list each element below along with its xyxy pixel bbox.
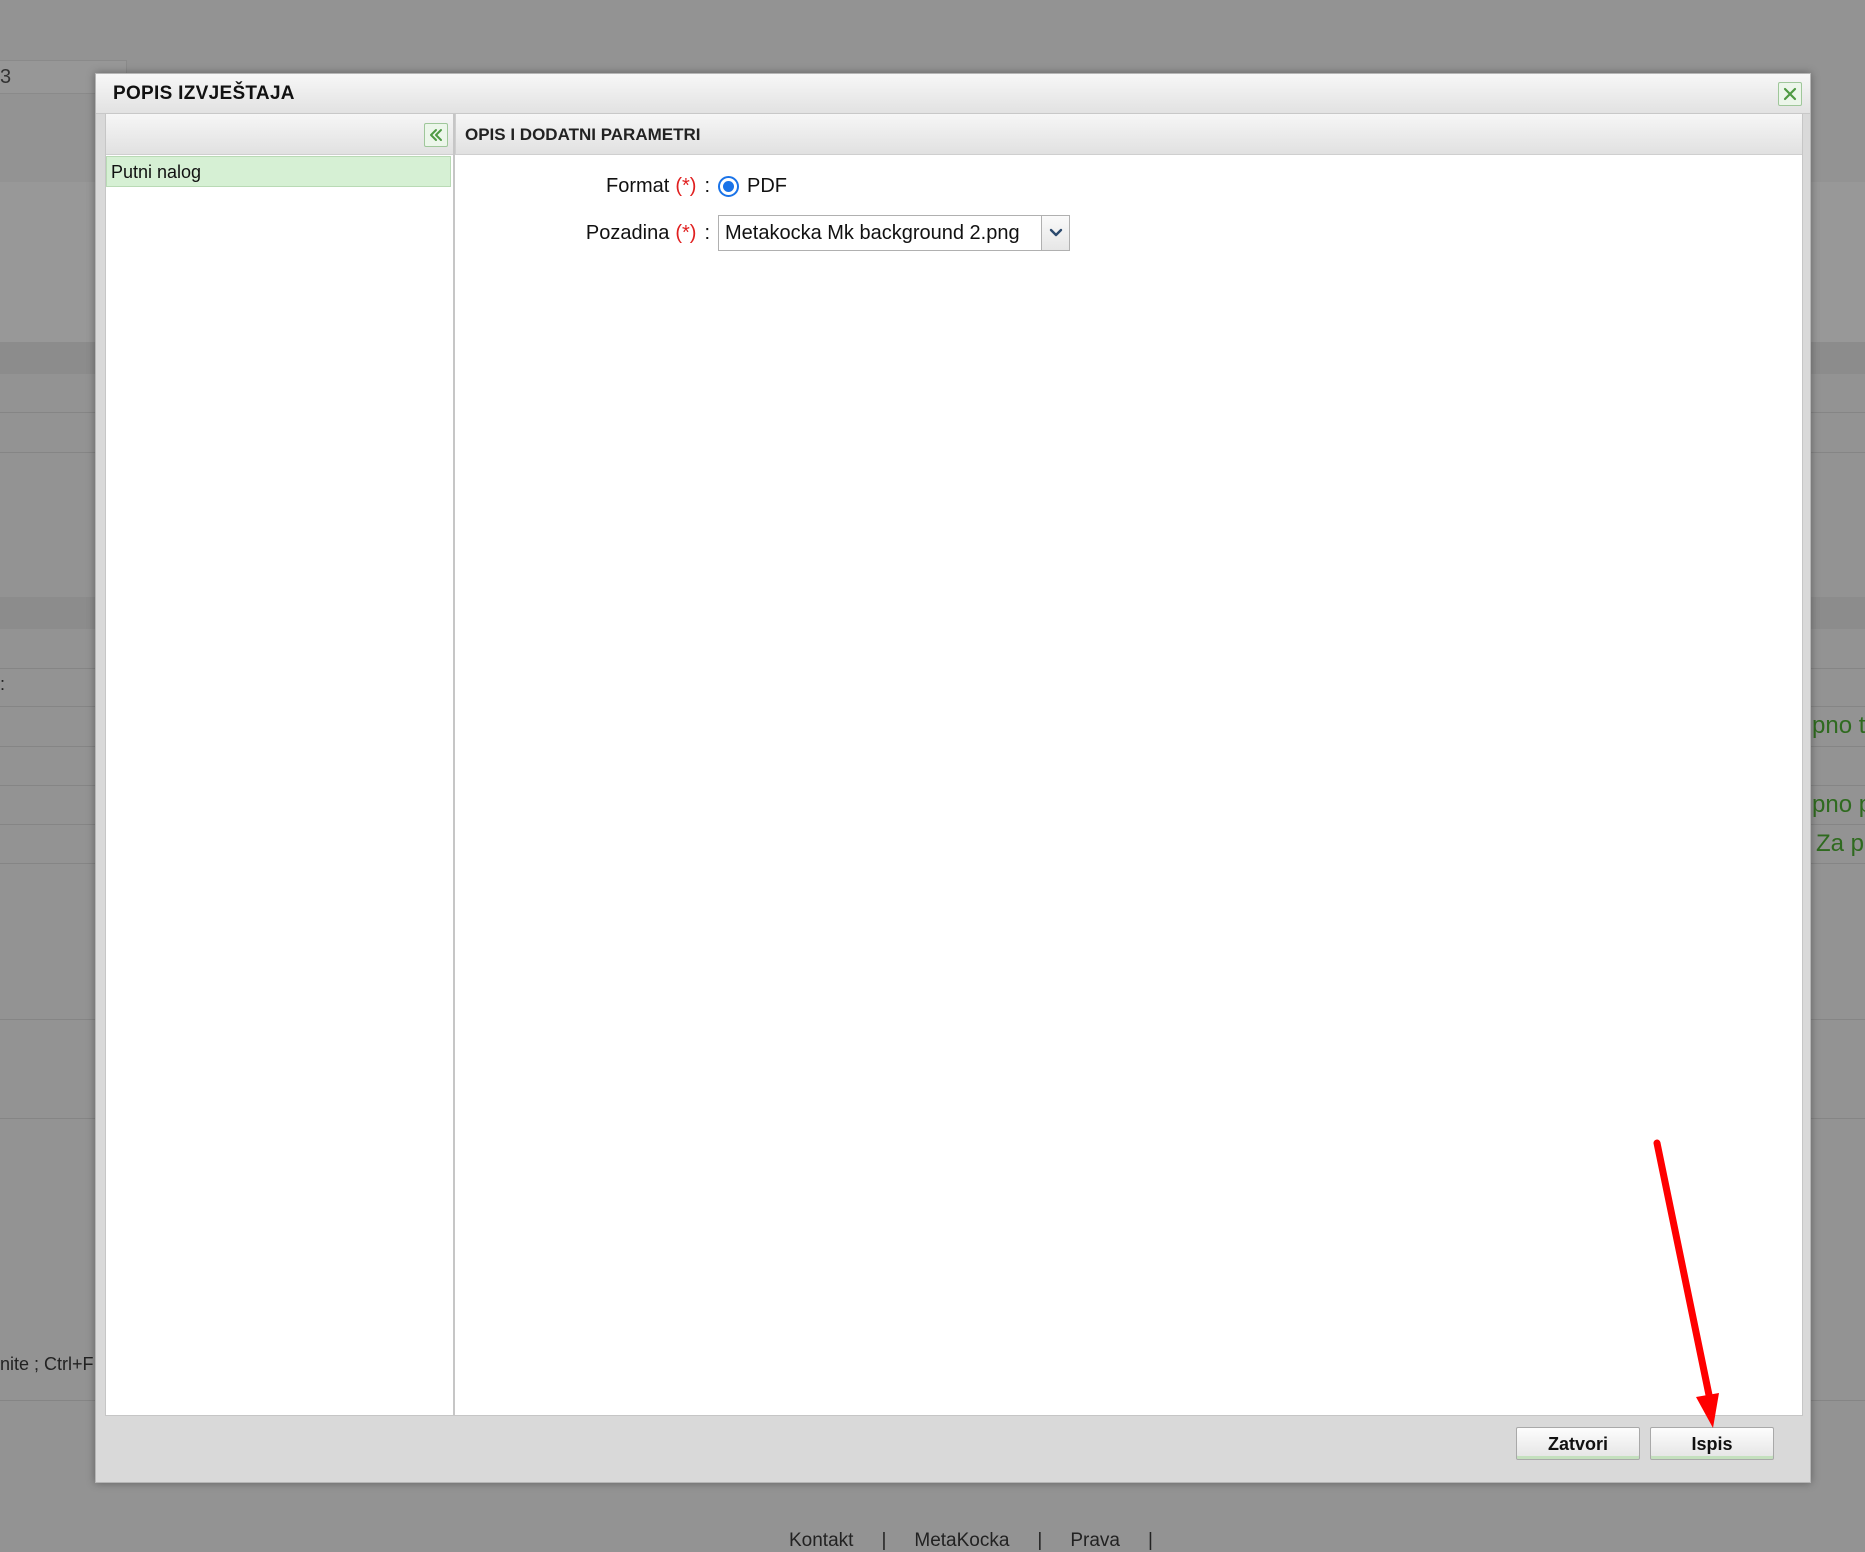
footer-link-prava[interactable]: Prava xyxy=(1070,1530,1120,1551)
footer-separator: | xyxy=(881,1530,887,1551)
background-select-arrow[interactable] xyxy=(1041,216,1069,250)
required-marker: (*) xyxy=(675,221,697,244)
background-label: Pozadina (*): xyxy=(585,221,710,244)
collapse-panel-button[interactable] xyxy=(424,123,448,147)
background-text: : xyxy=(0,674,6,694)
format-pdf-radio[interactable] xyxy=(718,176,739,197)
report-list-header xyxy=(106,114,453,155)
footer-separator: | xyxy=(1148,1530,1153,1551)
double-chevron-left-icon xyxy=(430,129,442,141)
report-item-putni-nalog[interactable]: Putni nalog xyxy=(106,156,451,187)
reports-dialog: POPIS IZVJEŠTAJA Putni nalog OPIS I DODA… xyxy=(95,73,1811,1483)
background-text: pno p xyxy=(1812,791,1865,818)
format-label: Format (*): xyxy=(605,175,710,197)
background-text: pno t xyxy=(1812,712,1865,739)
background-footer: Kontakt | MetaKocka | Prava | xyxy=(775,1530,1167,1552)
background-select-value: Metakocka Mk background 2.png xyxy=(725,222,1020,244)
format-row: Format (*): PDF xyxy=(500,175,787,198)
background-text: Za p xyxy=(1816,830,1865,857)
close-dialog-button[interactable]: Zatvori xyxy=(1516,1427,1640,1460)
footer-link-kontakt[interactable]: Kontakt xyxy=(789,1530,853,1551)
report-list-panel: Putni nalog xyxy=(105,114,454,1416)
close-icon xyxy=(1783,87,1797,101)
dialog-title: POPIS IZVJEŠTAJA xyxy=(113,83,295,104)
footer-separator: | xyxy=(1037,1530,1043,1551)
background-select[interactable]: Metakocka Mk background 2.png xyxy=(718,215,1070,251)
chevron-down-icon xyxy=(1049,228,1062,237)
dialog-header: POPIS IZVJEŠTAJA xyxy=(96,74,1810,114)
background-row: Pozadina (*): Metakocka Mk background 2.p… xyxy=(500,215,1070,251)
background-shortcut-hint: nite ; Ctrl+F xyxy=(0,1354,94,1374)
footer-link-metakocka[interactable]: MetaKocka xyxy=(914,1530,1009,1551)
close-button[interactable] xyxy=(1778,82,1802,106)
print-button[interactable]: Ispis xyxy=(1650,1427,1774,1460)
required-marker: (*) xyxy=(675,175,697,197)
format-pdf-label[interactable]: PDF xyxy=(747,175,787,198)
parameters-header: OPIS I DODATNI PARAMETRI xyxy=(455,114,1802,155)
parameters-panel: OPIS I DODATNI PARAMETRI Format (*): PDF … xyxy=(454,114,1803,1416)
